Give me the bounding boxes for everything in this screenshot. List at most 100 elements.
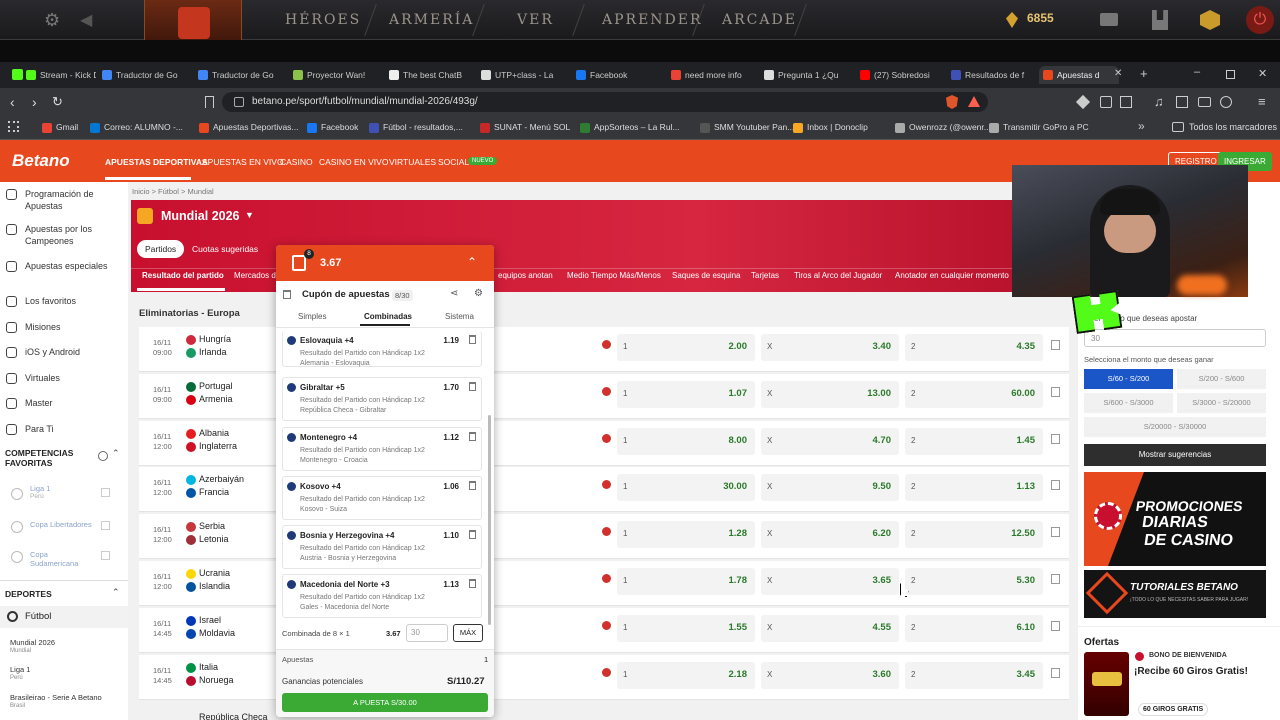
music-icon[interactable]: ♫ xyxy=(1154,94,1164,109)
remove-selection-icon[interactable] xyxy=(602,527,611,537)
stats-icon[interactable] xyxy=(1051,574,1060,584)
collapse-icon[interactable]: ⌃ xyxy=(467,255,477,269)
tab-simples[interactable]: Simples xyxy=(298,312,326,321)
max-button[interactable]: MÁX xyxy=(453,624,483,642)
extension-icon[interactable] xyxy=(1120,96,1132,108)
title-dropdown-icon[interactable]: ▼ xyxy=(245,210,254,220)
favorite-competition[interactable]: Liga 1 Perú xyxy=(0,484,128,508)
bookmark-item[interactable]: SMM Youtuber Pan... xyxy=(700,122,794,134)
pill-cuotas[interactable]: Cuotas sugeridas xyxy=(192,244,258,254)
bookmark-item[interactable]: AppSorteos – La Rul... xyxy=(580,122,680,134)
close-window-icon[interactable]: ✕ xyxy=(1258,67,1267,80)
extension-icon[interactable] xyxy=(1100,96,1112,108)
remove-selection-icon[interactable] xyxy=(602,667,611,677)
bookmark-item[interactable]: Apuestas Deportivas... xyxy=(199,122,299,134)
nav-arcade[interactable]: ARCADE xyxy=(722,12,797,28)
browser-tab[interactable]: UTP+class - La xyxy=(477,66,570,84)
market-tab-active[interactable]: Resultado del partido xyxy=(142,271,224,280)
coupon-selection[interactable]: Kosovo +4 1.06 Resultado del Partido con H… xyxy=(282,476,482,520)
nav-virtual[interactable]: VIRTUALES xyxy=(389,157,436,167)
odds-button[interactable]: 2 60.00 xyxy=(905,380,1043,408)
market-tab[interactable]: Tarjetas xyxy=(751,271,779,280)
odds-button[interactable]: 1 2.18 xyxy=(617,661,755,689)
sidebar-menu-item[interactable]: iOS y Android xyxy=(0,346,128,358)
betano-logo[interactable]: Betano xyxy=(12,151,70,171)
bookmark-item[interactable]: Transmitir GoPro a PC xyxy=(989,122,1089,134)
stats-icon[interactable] xyxy=(1051,433,1060,444)
range-button-active[interactable]: S/60 - S/200 xyxy=(1084,369,1173,389)
bookmark-item[interactable]: Fútbol - resultados,... xyxy=(369,122,463,134)
odds-button[interactable]: X 6.20 xyxy=(761,521,899,549)
new-tab-icon[interactable]: + xyxy=(1140,66,1148,81)
collapse-chevron-icon[interactable]: ⌃ xyxy=(112,587,120,598)
favorite-competition[interactable]: Copa Libertadores xyxy=(0,517,128,541)
market-tab[interactable]: Anotador en cualquier momento xyxy=(895,271,1009,280)
promo-casino-banner[interactable]: PROMOCIONES DIARIAS DE CASINO xyxy=(1084,472,1266,566)
nav-armory[interactable]: ARMERÍA xyxy=(389,12,474,28)
remove-selection-trash-icon[interactable] xyxy=(469,530,476,539)
odds-button[interactable]: 1 2.00 xyxy=(617,334,755,361)
sidebar-menu-item[interactable]: Apuestas por los Campeones xyxy=(0,223,128,247)
reload-icon[interactable]: ↻ xyxy=(52,94,63,110)
odds-button[interactable]: X 4.55 xyxy=(761,614,899,642)
stats-icon[interactable] xyxy=(1051,340,1060,350)
breadcrumb[interactable]: Inicio > Fútbol > Mundial xyxy=(132,187,214,196)
tab-combinadas[interactable]: Combinadas xyxy=(364,312,412,321)
all-bookmarks-folder[interactable]: Todos los marcadores xyxy=(1189,122,1277,132)
monto-input[interactable]: 30 xyxy=(1084,329,1266,347)
url-field[interactable]: betano.pe/sport/futbol/mundial/mundial-2… xyxy=(222,92,988,112)
favorite-checkbox[interactable] xyxy=(101,488,110,497)
odds-button[interactable]: 2 12.50 xyxy=(905,521,1043,549)
odds-button[interactable]: 1 30.00 xyxy=(617,474,755,502)
bookmark-item[interactable]: Inbox | Donoclip xyxy=(793,122,868,134)
offer-image[interactable] xyxy=(1084,652,1129,716)
browser-tab[interactable]: The best ChatB xyxy=(385,66,475,84)
browser-tab[interactable]: Pregunta 1 ¿Qu xyxy=(760,66,854,84)
apps-grid-icon[interactable] xyxy=(8,121,19,132)
odds-button[interactable]: 2 5.30 xyxy=(905,568,1043,595)
nav-live[interactable]: APUESTAS EN VIVO xyxy=(202,157,284,167)
pill-partidos[interactable]: Partidos xyxy=(137,240,185,258)
stats-icon[interactable] xyxy=(1051,386,1060,397)
browser-tab[interactable]: Facebook xyxy=(572,66,664,84)
browser-tab[interactable]: (27) Sobredosi xyxy=(856,66,945,84)
armory-icon[interactable] xyxy=(1152,10,1168,30)
range-button[interactable]: S/200 - S/600 xyxy=(1177,369,1266,389)
mail-icon[interactable] xyxy=(1100,13,1118,26)
coupon-selection[interactable]: Eslovaquia +4 1.19 Resultado del Partido c… xyxy=(282,331,482,367)
nav-watch[interactable]: VER xyxy=(517,12,554,28)
sidebar-menu-item[interactable]: Para Ti xyxy=(0,423,128,435)
close-tab-icon[interactable]: ✕ xyxy=(1114,68,1122,79)
nav-learn[interactable]: APRENDER xyxy=(602,12,703,28)
browser-tab[interactable]: Traductor de Go xyxy=(194,66,287,84)
odds-button[interactable]: 2 1.13 xyxy=(905,474,1043,502)
sport-competition-item[interactable]: Mundial 2026 Mundial xyxy=(0,638,128,662)
nav-live-casino[interactable]: CASINO EN VIVO xyxy=(319,157,388,167)
sidebar-menu-item[interactable]: Los favoritos xyxy=(0,295,128,307)
nav-sports[interactable]: APUESTAS DEPORTIVAS xyxy=(105,157,208,167)
remove-selection-icon[interactable] xyxy=(602,433,611,443)
remove-selection-trash-icon[interactable] xyxy=(469,432,476,441)
range-button[interactable]: S/600 - S/3000 xyxy=(1084,393,1173,413)
sidebar-icon[interactable] xyxy=(1176,96,1188,108)
place-bet-button[interactable]: A PUESTA S/30.00 xyxy=(282,693,488,712)
minimize-icon[interactable]: – xyxy=(1194,66,1200,78)
odds-button[interactable]: 1 1.07 xyxy=(617,380,755,408)
market-tab[interactable]: equipos anotan xyxy=(498,271,553,280)
odds-button[interactable]: 2 4.35 xyxy=(905,334,1043,361)
market-tab[interactable]: Mercados de xyxy=(234,271,280,280)
coupon-selection[interactable]: Bosnia y Herzegovina +4 1.10 Resultado del… xyxy=(282,525,482,569)
forward-icon[interactable]: › xyxy=(32,94,37,110)
sport-competition-item[interactable]: Liga 1 Perú xyxy=(0,665,128,689)
sidebar-menu-item[interactable]: Virtuales xyxy=(0,372,128,384)
coupon-header[interactable]: 8 3.67 ⌃ xyxy=(276,245,494,281)
browser-tab[interactable]: Resultados de f xyxy=(947,66,1037,84)
site-info-icon[interactable] xyxy=(234,97,244,107)
odds-button[interactable]: X 3.65 xyxy=(761,568,899,595)
nav-heroes[interactable]: HÉROES xyxy=(285,12,361,28)
browser-tab[interactable]: need more info xyxy=(667,66,758,84)
odds-button[interactable]: 1 1.55 xyxy=(617,614,755,642)
odds-button[interactable]: 2 1.45 xyxy=(905,427,1043,455)
power-icon[interactable]: ⏻ xyxy=(1246,6,1274,34)
odds-button[interactable]: 2 3.45 xyxy=(905,661,1043,689)
